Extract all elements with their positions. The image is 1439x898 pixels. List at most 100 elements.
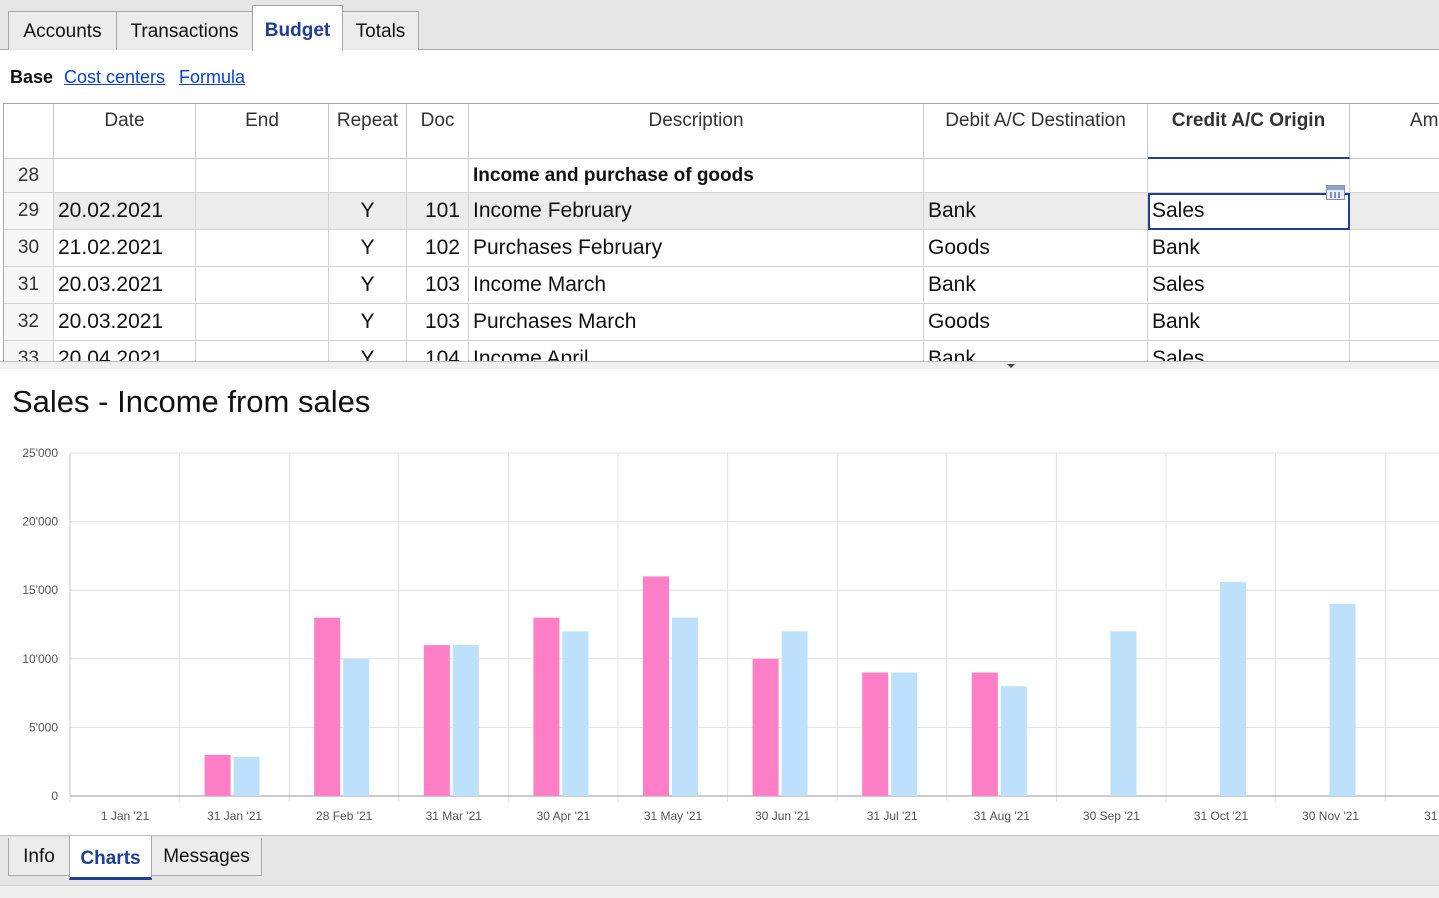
y-tick-label: 10'000 [22, 652, 58, 666]
chart-title: Sales - Income from sales [12, 384, 371, 419]
cell-repeat[interactable]: Y [329, 341, 407, 361]
cell-repeat[interactable]: Y [329, 267, 407, 304]
x-tick-label: 31 Oct '21 [1194, 809, 1249, 823]
x-tick-label: 30 Nov '21 [1302, 809, 1359, 823]
cell-doc[interactable]: 101 [407, 193, 469, 230]
bar-series-1 [314, 617, 341, 796]
x-tick-label: 30 Jun '21 [755, 809, 810, 823]
tab-info[interactable]: Info [8, 838, 70, 876]
cell-doc[interactable]: 103 [407, 304, 469, 341]
view-formula-link[interactable]: Formula [179, 67, 245, 88]
cell-description[interactable]: Income April [469, 341, 924, 361]
bar-series-2 [452, 645, 479, 796]
cell-repeat[interactable] [329, 159, 407, 193]
cell-date[interactable]: 21.02.2021 [54, 230, 196, 267]
bar-series-1 [752, 658, 779, 796]
cell-debit[interactable]: Goods [924, 230, 1148, 267]
cell-credit[interactable]: Sales [1148, 341, 1350, 361]
cell-description[interactable]: Purchases February [469, 230, 924, 267]
row-number[interactable]: 31 [4, 267, 54, 304]
bar-series-1 [204, 754, 231, 796]
calendar-icon[interactable] [1326, 185, 1345, 200]
cell-date[interactable]: 20.04.2021 [54, 341, 196, 361]
cell-doc[interactable]: 102 [407, 230, 469, 267]
cell-end[interactable] [196, 267, 329, 304]
cell-doc[interactable] [407, 159, 469, 193]
cell-doc[interactable]: 103 [407, 267, 469, 304]
cell-credit[interactable] [1148, 159, 1350, 193]
cell-debit[interactable]: Bank [924, 193, 1148, 230]
x-tick-label: 1 Jan '21 [101, 809, 150, 823]
cell-credit[interactable]: Bank [1148, 304, 1350, 341]
cell-amount[interactable] [1350, 341, 1439, 361]
y-tick-label: 25'000 [22, 446, 58, 460]
y-tick-label: 15'000 [22, 583, 58, 597]
row-number-header[interactable] [4, 104, 54, 159]
column-header-date[interactable]: Date [54, 104, 196, 159]
x-tick-label: 30 Sep '21 [1083, 809, 1140, 823]
bar-series-2 [562, 631, 589, 796]
cell-end[interactable] [196, 159, 329, 193]
tab-charts[interactable]: Charts [69, 836, 152, 880]
column-header-debit[interactable]: Debit A/C Destination [924, 104, 1148, 159]
splitter-handle-icon[interactable] [1007, 364, 1015, 368]
column-header-doc[interactable]: Doc [407, 104, 469, 159]
column-header-amount[interactable]: Amo [1350, 104, 1439, 159]
cell-doc[interactable]: 104 [407, 341, 469, 361]
cell-credit[interactable]: Sales [1148, 267, 1350, 304]
x-tick-label: 31 Jul '21 [867, 809, 918, 823]
cell-debit[interactable]: Bank [924, 341, 1148, 361]
cell-description[interactable]: Income February [469, 193, 924, 230]
cell-description[interactable]: Purchases March [469, 304, 924, 341]
cell-repeat[interactable]: Y [329, 230, 407, 267]
bar-chart: 0 5'000 10'000 15'000 20'000 25'000 1 Jan '21 3… [22, 446, 1439, 823]
tab-budget[interactable]: Budget [252, 5, 343, 51]
column-header-description[interactable]: Description [469, 104, 924, 159]
row-number[interactable]: 33 [4, 341, 54, 361]
cell-amount[interactable] [1350, 159, 1439, 193]
cell-amount[interactable] [1350, 267, 1439, 304]
cell-debit[interactable]: Bank [924, 267, 1148, 304]
x-tick-label: 31 May '21 [644, 809, 703, 823]
view-base[interactable]: Base [10, 67, 53, 88]
cell-repeat[interactable]: Y [329, 304, 407, 341]
bar-series-2 [781, 631, 808, 796]
cell-amount[interactable] [1350, 230, 1439, 267]
cell-date[interactable]: 20.02.2021 [54, 193, 196, 230]
tab-accounts[interactable]: Accounts [8, 11, 117, 50]
cell-debit[interactable]: Goods [924, 304, 1148, 341]
cell-end[interactable] [196, 193, 329, 230]
cell-credit-editing[interactable]: Sales [1148, 193, 1350, 230]
pane-splitter[interactable] [0, 361, 1439, 369]
cell-end[interactable] [196, 304, 329, 341]
tab-transactions[interactable]: Transactions [116, 11, 253, 50]
tab-messages[interactable]: Messages [151, 838, 262, 876]
bar-series-1 [971, 672, 998, 796]
cell-repeat[interactable]: Y [329, 193, 407, 230]
cell-end[interactable] [196, 341, 329, 361]
column-header-credit[interactable]: Credit A/C Origin [1148, 104, 1350, 159]
cell-amount[interactable] [1350, 193, 1439, 230]
bar-series-2 [891, 672, 918, 796]
cell-date[interactable]: 20.03.2021 [54, 267, 196, 304]
cell-debit[interactable] [924, 159, 1148, 193]
cell-description[interactable]: Income and purchase of goods [469, 159, 924, 193]
tab-totals[interactable]: Totals [342, 11, 419, 50]
bar-series-1 [643, 576, 669, 796]
cell-amount[interactable] [1350, 304, 1439, 341]
cell-date[interactable] [54, 159, 196, 193]
cell-description[interactable]: Income March [469, 267, 924, 304]
x-tick-label: 28 Feb '21 [316, 809, 373, 823]
row-number[interactable]: 29 [4, 193, 54, 230]
y-tick-label: 5'000 [29, 720, 58, 734]
row-number[interactable]: 32 [4, 304, 54, 341]
cell-date[interactable]: 20.03.2021 [54, 304, 196, 341]
column-header-end[interactable]: End [196, 104, 329, 159]
view-cost-centers-link[interactable]: Cost centers [64, 67, 165, 88]
bar-series-1 [423, 645, 450, 796]
column-header-repeat[interactable]: Repeat [329, 104, 407, 159]
row-number[interactable]: 28 [4, 159, 54, 193]
row-number[interactable]: 30 [4, 230, 54, 267]
cell-end[interactable] [196, 230, 329, 267]
cell-credit[interactable]: Bank [1148, 230, 1350, 267]
